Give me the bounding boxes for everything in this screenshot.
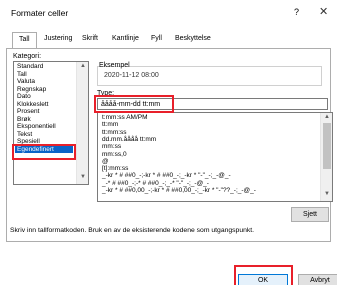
format-item[interactable]: t:mm:ss AM/PM bbox=[102, 114, 148, 121]
category-item-spesiell[interactable]: Spesiell bbox=[17, 138, 40, 146]
format-list[interactable]: t:mm:ss AM/PM tt:mm tt:mm:ss dd.mm.åååå … bbox=[97, 112, 333, 202]
tab-kantlinje[interactable]: Kantlinje bbox=[112, 35, 139, 42]
type-input[interactable]: åååå-mm-dd tt:mm bbox=[97, 98, 328, 110]
format-item[interactable]: mm:ss,0 bbox=[102, 151, 127, 158]
category-label: Kategori: bbox=[13, 53, 42, 60]
format-item[interactable]: _-* # ##0_-;-* # ##0_-;_-* "-"_-;_-@_- bbox=[102, 180, 209, 187]
title-bar: Formater celler ? ✕ bbox=[0, 0, 337, 26]
format-item[interactable]: _-kr * # ##0,00_-;-kr * # ##0,00_-;_-kr … bbox=[102, 187, 256, 194]
format-item[interactable]: mm:ss bbox=[102, 143, 121, 150]
category-item-brok[interactable]: Brøk bbox=[17, 116, 31, 124]
delete-button[interactable]: Sjett bbox=[291, 207, 329, 222]
tab-justering[interactable]: Justering bbox=[44, 35, 72, 42]
help-button[interactable]: ? bbox=[294, 7, 299, 17]
category-scrollbar[interactable]: ▲ ▼ bbox=[76, 62, 88, 184]
format-item[interactable]: dd.mm.åååå tt:mm bbox=[102, 136, 156, 143]
tab-tall[interactable]: Tall bbox=[12, 32, 37, 49]
category-item-dato[interactable]: Dato bbox=[17, 93, 31, 101]
example-label: Eksempel bbox=[99, 62, 130, 69]
cancel-button[interactable]: Avbryt bbox=[298, 274, 337, 285]
category-item-tekst[interactable]: Tekst bbox=[17, 131, 32, 139]
scroll-down-icon[interactable]: ▼ bbox=[324, 191, 330, 197]
category-list[interactable]: Standard Tall Valuta Regnskap Dato Klokk… bbox=[13, 61, 89, 185]
tab-fyll[interactable]: Fyll bbox=[151, 35, 162, 42]
category-item-standard[interactable]: Standard bbox=[17, 63, 43, 71]
format-item[interactable]: tt:mm bbox=[102, 121, 118, 128]
category-item-valuta[interactable]: Valuta bbox=[17, 78, 35, 86]
format-item[interactable]: [t]:mm:ss bbox=[102, 165, 128, 172]
format-item[interactable]: tt:mm:ss bbox=[102, 129, 127, 136]
category-item-tall[interactable]: Tall bbox=[17, 71, 27, 79]
scroll-down-icon[interactable]: ▼ bbox=[80, 174, 86, 180]
category-item-eksponentiell[interactable]: Eksponentiell bbox=[17, 123, 56, 131]
hint-text: Skriv inn tallformatkoden. Bruk en av de… bbox=[10, 227, 255, 234]
category-item-regnskap[interactable]: Regnskap bbox=[17, 86, 46, 94]
tab-beskyttelse[interactable]: Beskyttelse bbox=[175, 35, 211, 42]
tab-skrift[interactable]: Skrift bbox=[82, 35, 98, 42]
scroll-thumb[interactable] bbox=[323, 123, 331, 169]
example-value: 2020-11-12 08:00 bbox=[104, 72, 159, 79]
category-item-klokkeslett[interactable]: Klokkeslett bbox=[17, 101, 48, 109]
format-item[interactable]: _-kr * # ##0_-;-kr * # ##0_-;_-kr * "-"_… bbox=[102, 172, 231, 179]
scroll-up-icon[interactable]: ▲ bbox=[80, 63, 86, 69]
format-item[interactable]: @ bbox=[102, 158, 109, 165]
tab-strip: Tall Justering Skrift Kantlinje Fyll Bes… bbox=[6, 32, 331, 49]
close-icon[interactable]: ✕ bbox=[319, 5, 328, 18]
category-item-prosent[interactable]: Prosent bbox=[17, 108, 39, 116]
dialog-title: Formater celler bbox=[11, 8, 69, 18]
category-item-egendefinert[interactable]: Egendefinert bbox=[15, 145, 73, 153]
scroll-up-icon[interactable]: ▲ bbox=[324, 114, 330, 120]
type-label: Type: bbox=[97, 90, 115, 97]
format-scrollbar[interactable]: ▲ ▼ bbox=[320, 113, 332, 201]
ok-button[interactable]: OK bbox=[238, 274, 288, 285]
